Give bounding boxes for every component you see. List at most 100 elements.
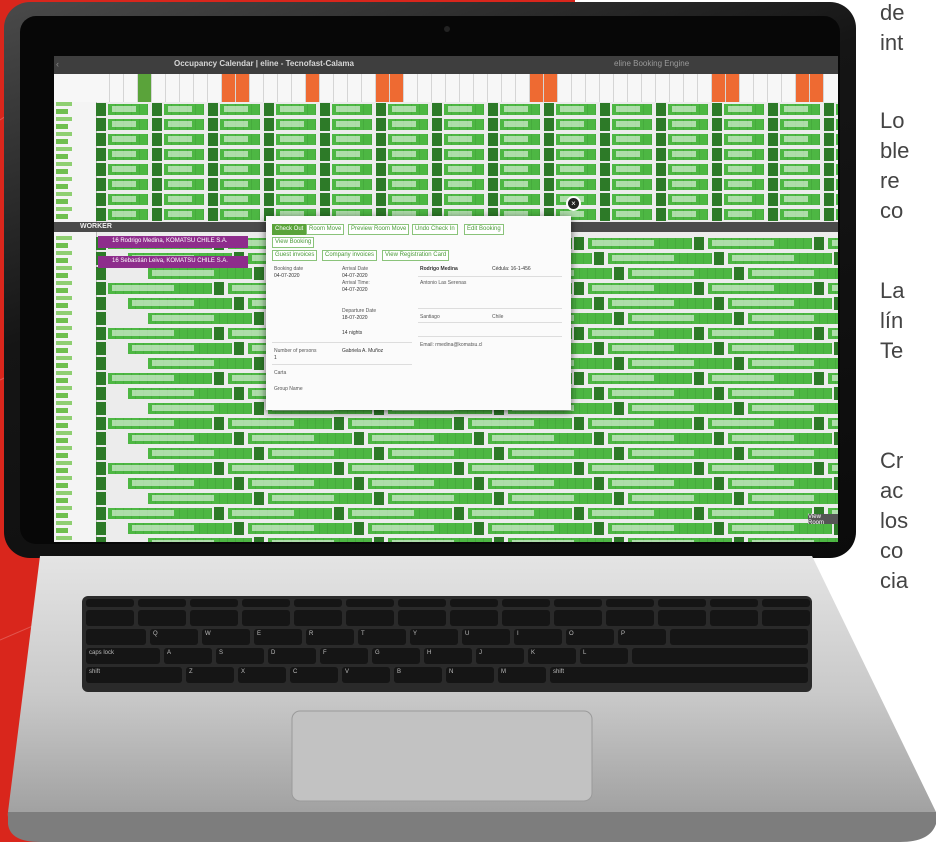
keyboard-key[interactable]: [554, 599, 602, 607]
booking-bar[interactable]: [612, 104, 652, 115]
booking-bar[interactable]: [588, 463, 692, 474]
booking-bar[interactable]: [148, 313, 252, 324]
booking-bar[interactable]: [708, 373, 812, 384]
room-status-cell[interactable]: [600, 193, 610, 206]
booking-bar[interactable]: [500, 179, 540, 190]
room-status-cell[interactable]: [152, 193, 162, 206]
booking-bar[interactable]: [220, 134, 260, 145]
room-status-cell[interactable]: [614, 447, 624, 460]
room-status-cell[interactable]: [594, 522, 604, 535]
room-label[interactable]: [56, 132, 92, 146]
room-label[interactable]: [56, 446, 92, 460]
room-status-cell[interactable]: [574, 237, 584, 250]
keyboard-key[interactable]: [762, 599, 810, 607]
keyboard-key[interactable]: A: [164, 648, 212, 664]
room-status-cell[interactable]: [96, 282, 106, 295]
view-registration-card-button[interactable]: View Registration Card: [382, 250, 450, 261]
booking-bar[interactable]: [556, 149, 596, 160]
room-status-cell[interactable]: [96, 118, 106, 131]
booking-bar[interactable]: [148, 448, 252, 459]
booking-bar[interactable]: [332, 134, 372, 145]
room-status-cell[interactable]: [254, 537, 264, 542]
booking-bar[interactable]: [708, 238, 812, 249]
booking-bar[interactable]: [444, 164, 484, 175]
booking-bar[interactable]: [268, 493, 372, 504]
booking-bar[interactable]: [388, 134, 428, 145]
room-status-cell[interactable]: [320, 148, 330, 161]
booking-bar[interactable]: [368, 478, 472, 489]
booking-bar[interactable]: [836, 179, 838, 190]
room-status-cell[interactable]: [376, 133, 386, 146]
room-status-cell[interactable]: [96, 327, 106, 340]
room-status-cell[interactable]: [320, 133, 330, 146]
booking-bar[interactable]: [708, 418, 812, 429]
booking-bar[interactable]: [836, 149, 838, 160]
room-status-cell[interactable]: [768, 208, 778, 221]
room-status-cell[interactable]: [432, 103, 442, 116]
room-status-cell[interactable]: [656, 193, 666, 206]
booking-bar[interactable]: [724, 149, 764, 160]
room-status-cell[interactable]: [834, 297, 838, 310]
room-status-cell[interactable]: [544, 103, 554, 116]
keyboard-key[interactable]: V: [342, 667, 390, 683]
booking-bar[interactable]: [612, 194, 652, 205]
booking-bar[interactable]: [388, 538, 492, 542]
room-status-cell[interactable]: [594, 387, 604, 400]
room-label[interactable]: [56, 281, 92, 295]
room-status-cell[interactable]: [574, 462, 584, 475]
room-label[interactable]: [56, 506, 92, 520]
booking-bar[interactable]: [556, 104, 596, 115]
room-status-cell[interactable]: [152, 163, 162, 176]
booking-bar[interactable]: [612, 209, 652, 220]
room-status-cell[interactable]: [96, 163, 106, 176]
booking-bar[interactable]: [612, 164, 652, 175]
booking-bar[interactable]: [588, 418, 692, 429]
booking-bar[interactable]: [164, 119, 204, 130]
booking-bar[interactable]: [828, 463, 838, 474]
room-status-cell[interactable]: [376, 103, 386, 116]
booking-bar[interactable]: [276, 119, 316, 130]
room-status-cell[interactable]: [254, 312, 264, 325]
booking-bar[interactable]: [668, 119, 708, 130]
room-status-cell[interactable]: [320, 193, 330, 206]
booking-bar[interactable]: [108, 164, 148, 175]
booking-bar[interactable]: [108, 463, 212, 474]
booking-bar[interactable]: [164, 194, 204, 205]
room-status-cell[interactable]: [152, 178, 162, 191]
room-status-cell[interactable]: [714, 387, 724, 400]
room-status-cell[interactable]: [600, 178, 610, 191]
booking-bar[interactable]: [608, 523, 712, 534]
booking-bar[interactable]: [228, 508, 332, 519]
room-status-cell[interactable]: [488, 163, 498, 176]
booking-bar[interactable]: [500, 164, 540, 175]
booking-bar[interactable]: [444, 119, 484, 130]
room-status-cell[interactable]: [712, 208, 722, 221]
room-status-cell[interactable]: [594, 252, 604, 265]
booking-bar[interactable]: [612, 119, 652, 130]
booking-bar[interactable]: [164, 149, 204, 160]
room-status-cell[interactable]: [574, 372, 584, 385]
booking-bar[interactable]: [836, 104, 838, 115]
room-status-cell[interactable]: [574, 507, 584, 520]
booking-bar[interactable]: [836, 119, 838, 130]
booking-bar[interactable]: [468, 463, 572, 474]
booking-bar[interactable]: [828, 418, 838, 429]
booking-bar[interactable]: [332, 164, 372, 175]
booking-bar[interactable]: [780, 119, 820, 130]
room-status-cell[interactable]: [656, 133, 666, 146]
keyboard-key[interactable]: O: [566, 629, 614, 645]
room-status-cell[interactable]: [96, 372, 106, 385]
room-status-cell[interactable]: [432, 133, 442, 146]
keyboard-key[interactable]: [670, 629, 808, 645]
room-status-cell[interactable]: [96, 507, 106, 520]
room-status-cell[interactable]: [96, 357, 106, 370]
room-status-cell[interactable]: [152, 208, 162, 221]
room-status-cell[interactable]: [594, 342, 604, 355]
booking-bar[interactable]: [164, 134, 204, 145]
booking-bar[interactable]: [368, 523, 472, 534]
booking-bar[interactable]: [724, 164, 764, 175]
room-status-cell[interactable]: [494, 447, 504, 460]
room-status-cell[interactable]: [334, 507, 344, 520]
room-status-cell[interactable]: [734, 312, 744, 325]
room-status-cell[interactable]: [96, 312, 106, 325]
